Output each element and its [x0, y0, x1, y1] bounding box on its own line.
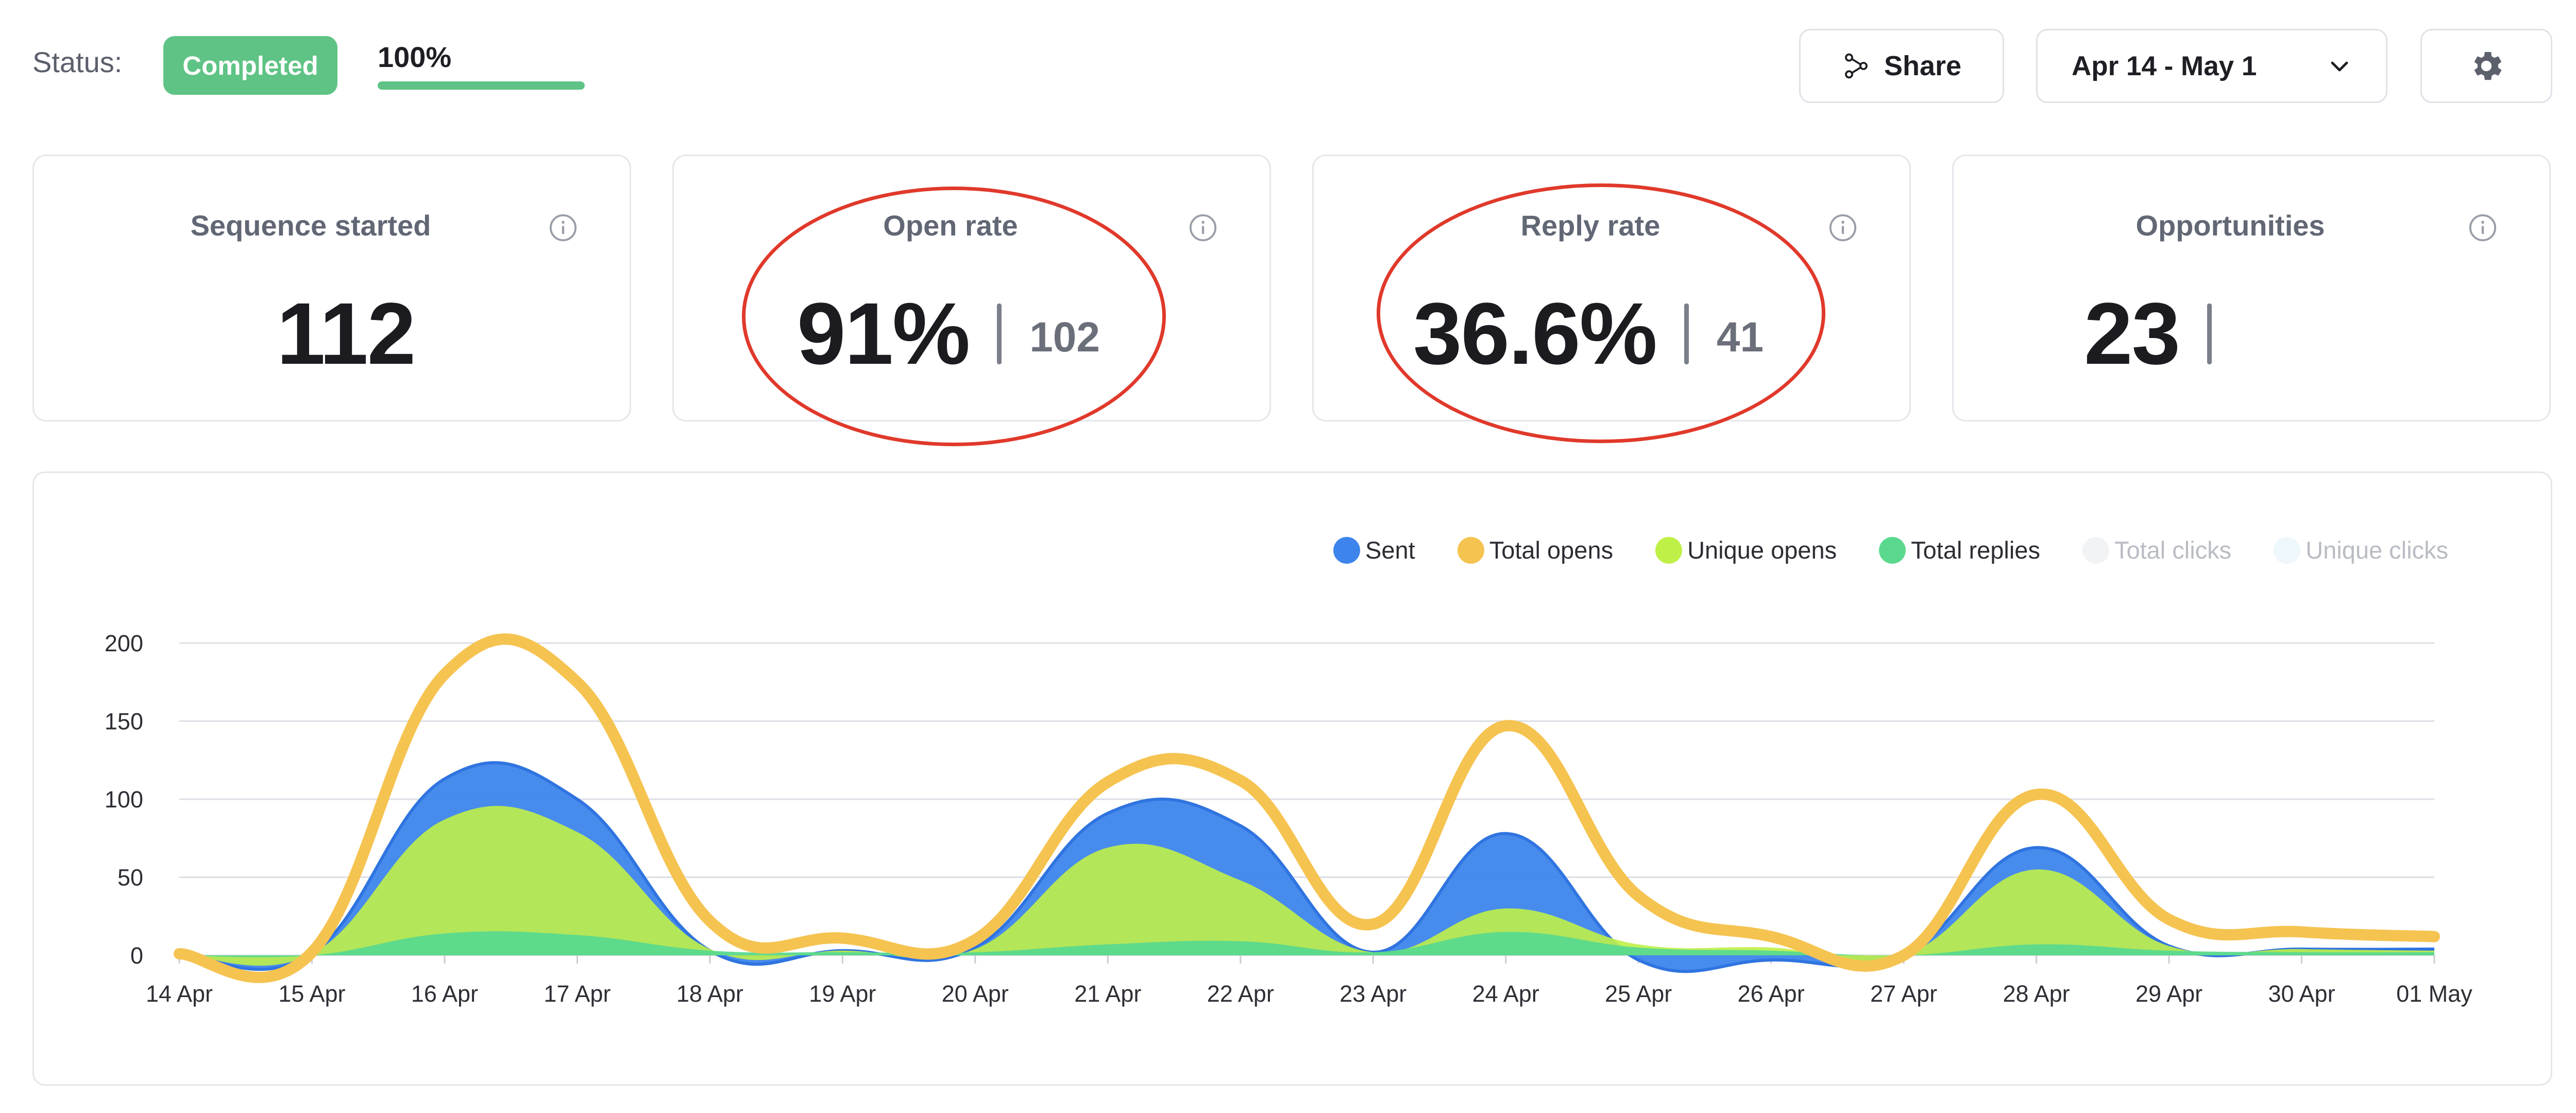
x-tick-label: 23 Apr [1340, 981, 1406, 1007]
x-tick-label: 15 Apr [278, 981, 345, 1007]
card-value: 23 [2084, 285, 2180, 383]
chevron-down-icon [2331, 61, 2348, 72]
x-tick-label: 22 Apr [1207, 981, 1274, 1007]
y-tick-label: 150 [105, 709, 143, 735]
card-title: Opportunities [2136, 209, 2325, 242]
x-tick-label: 27 Apr [1870, 981, 1937, 1007]
card-title: Sequence started [190, 209, 431, 242]
status-label: Status: [32, 46, 123, 78]
card-opportunities: Opportunities 23 [1952, 155, 2551, 421]
status-badge: Completed [163, 36, 337, 95]
share-nodes-icon [1845, 53, 1868, 79]
info-icon[interactable] [1828, 213, 1858, 243]
card-value-row: 112 [34, 290, 633, 378]
x-tick-label: 21 Apr [1074, 981, 1141, 1007]
x-tick-label: 19 Apr [809, 981, 876, 1007]
annotation-circle-reply-rate [1377, 183, 1825, 443]
info-icon[interactable] [1188, 213, 1218, 243]
x-tick-label: 14 Apr [146, 981, 213, 1007]
chart-panel: Sent Total opens Unique opens Total repl… [32, 471, 2552, 1086]
info-icon[interactable] [548, 213, 578, 243]
info-icon[interactable] [2468, 213, 2498, 243]
y-tick-label: 0 [130, 942, 143, 969]
x-tick-label: 16 Apr [411, 981, 478, 1007]
card-sequence-started: Sequence started 112 [32, 155, 631, 421]
share-button[interactable]: Share [1799, 29, 2004, 103]
progress-percent: 100% [378, 41, 452, 73]
x-tick-label: 17 Apr [544, 981, 611, 1007]
y-tick-label: 50 [117, 865, 143, 891]
card-value: 112 [277, 285, 416, 383]
annotation-circle-open-rate [742, 187, 1166, 446]
progress-bar-fill [378, 81, 585, 90]
y-tick-label: 100 [105, 786, 143, 813]
x-tick-label: 29 Apr [2136, 981, 2202, 1007]
card-value-row: 23 [1954, 290, 2552, 378]
x-tick-label: 24 Apr [1472, 981, 1539, 1007]
date-range-select[interactable]: Apr 14 - May 1 [2036, 29, 2387, 103]
value-divider [2207, 303, 2212, 364]
settings-button[interactable] [2420, 29, 2552, 103]
x-tick-label: 01 May [2396, 981, 2472, 1007]
x-tick-label: 25 Apr [1605, 981, 1672, 1007]
share-label: Share [1884, 50, 1962, 81]
progress-bar [378, 81, 585, 90]
x-tick-label: 26 Apr [1738, 981, 1805, 1007]
gear-icon [2474, 52, 2502, 80]
x-tick-label: 18 Apr [676, 981, 743, 1007]
x-tick-label: 28 Apr [2003, 981, 2070, 1007]
x-tick-label: 30 Apr [2268, 981, 2335, 1007]
y-tick-label: 200 [105, 630, 143, 656]
x-tick-label: 20 Apr [942, 981, 1009, 1007]
date-range-value: Apr 14 - May 1 [2072, 50, 2257, 81]
area-chart: 0 50 100 150 200 14 Apr 15 Apr 16 Apr 17 Apr 18 A… [105, 630, 2472, 1007]
